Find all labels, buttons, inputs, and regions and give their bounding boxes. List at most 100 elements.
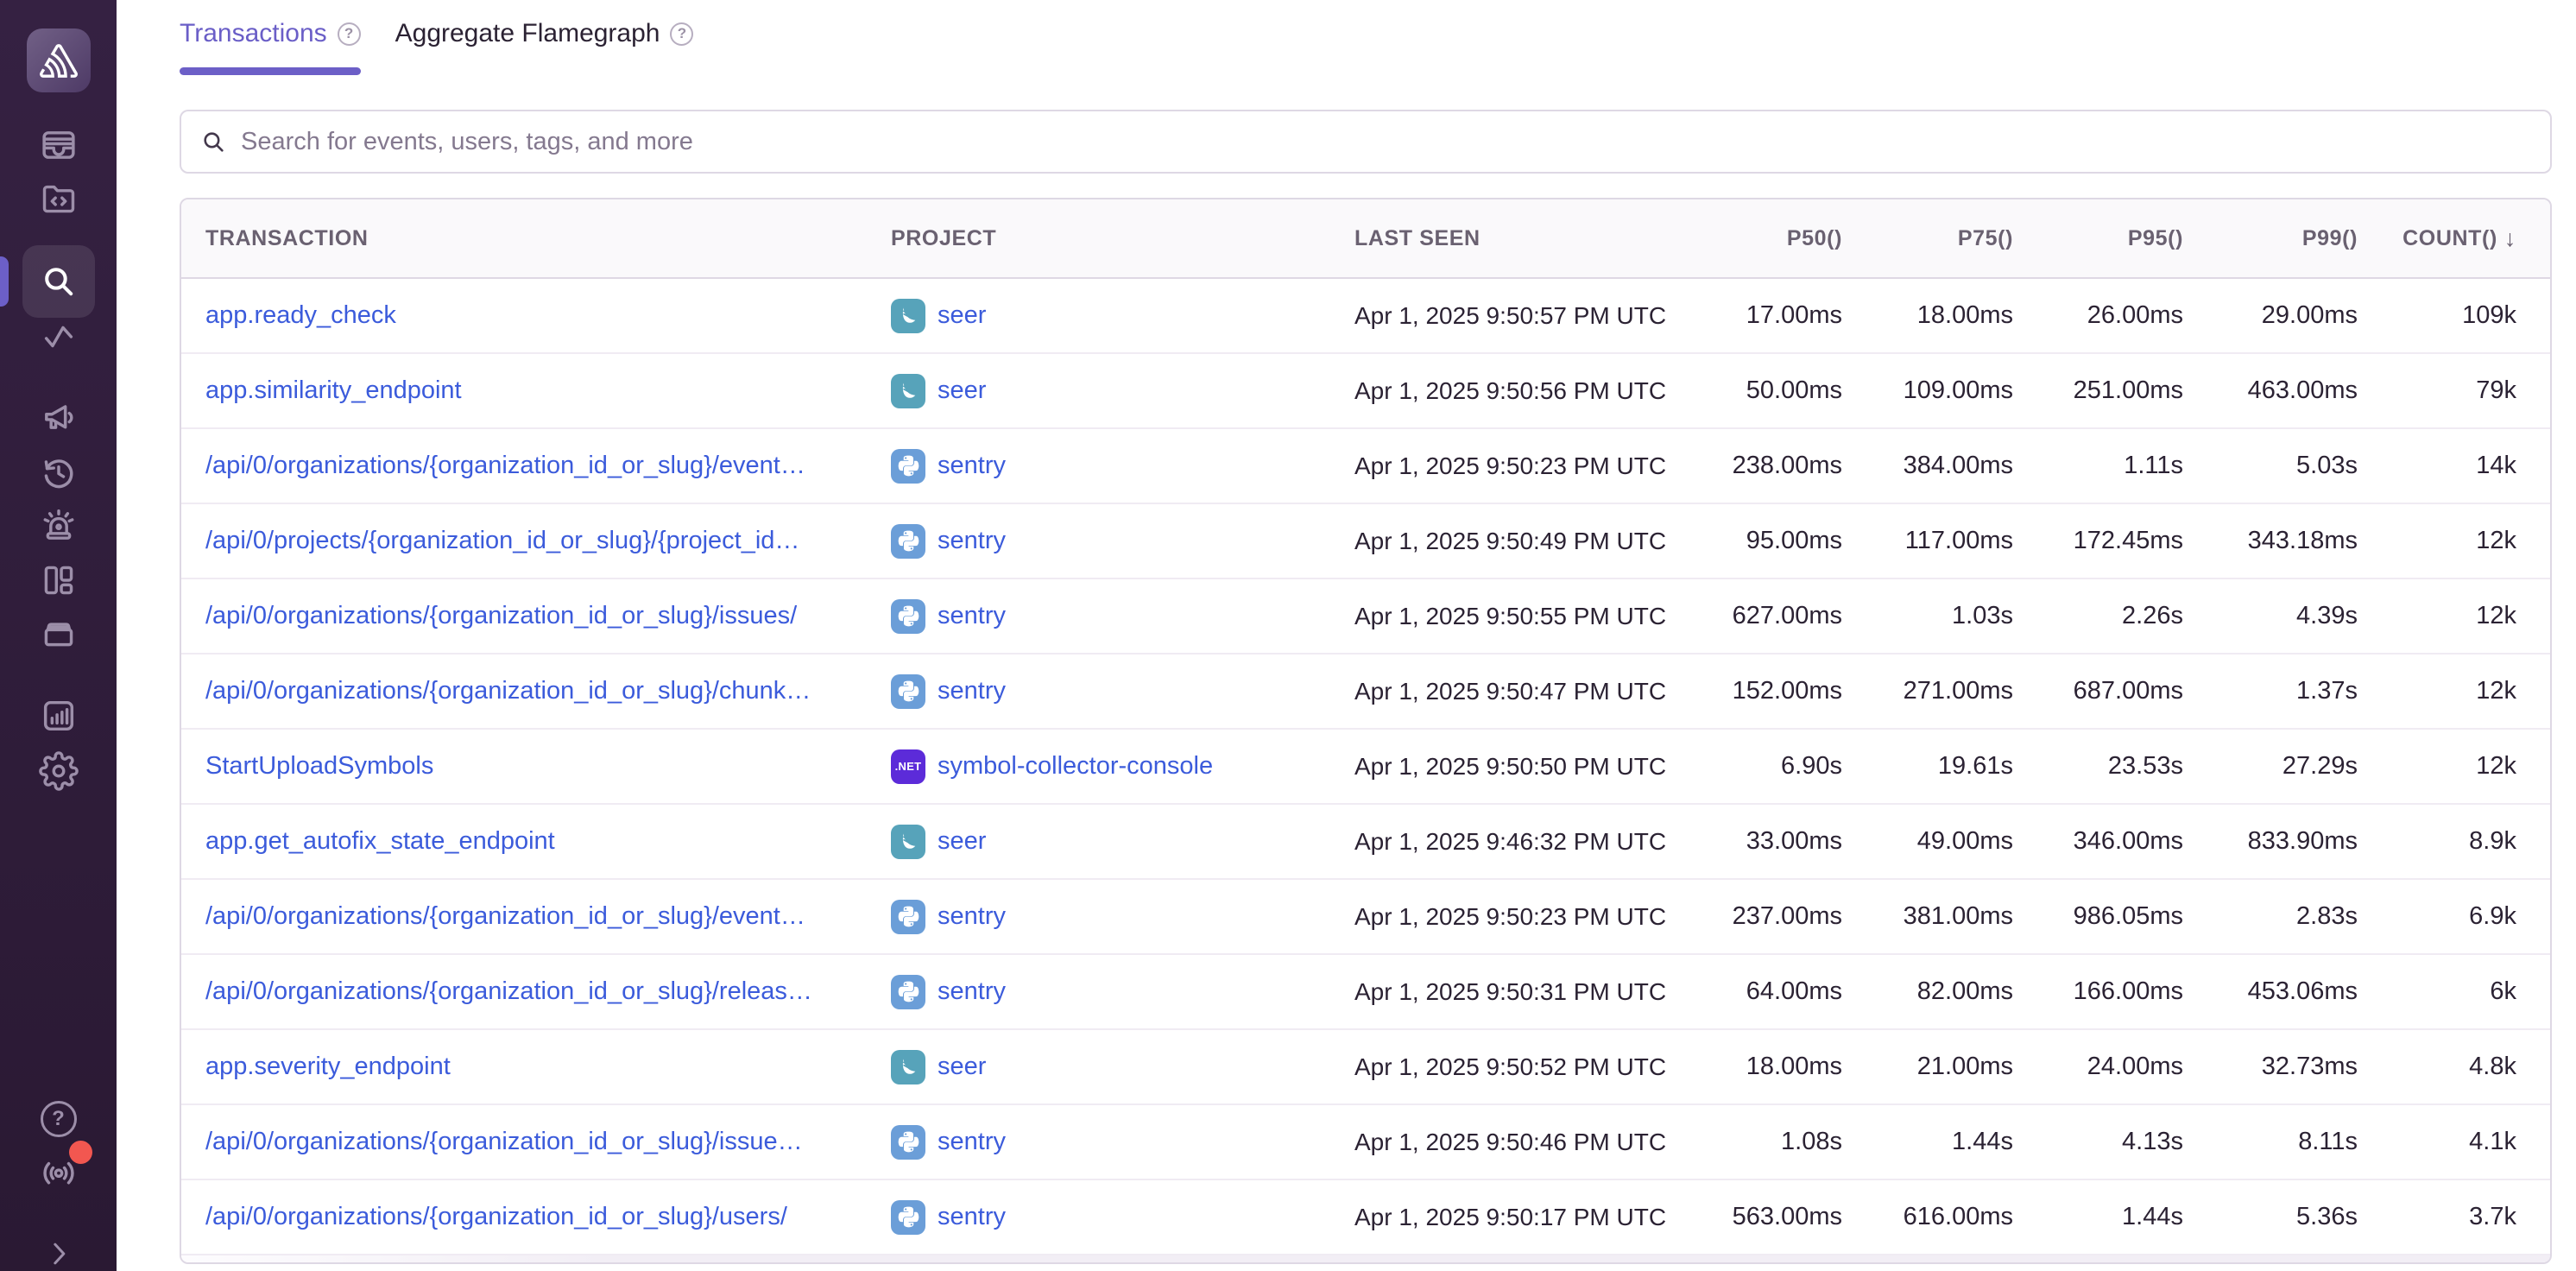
transaction-link[interactable]: /api/0/organizations/{organization_id_or… bbox=[205, 977, 812, 1005]
project-link[interactable]: sentry bbox=[938, 902, 1006, 931]
sidebar-item-issues[interactable] bbox=[39, 125, 79, 165]
sidebar-item-whats-new[interactable] bbox=[39, 1151, 79, 1191]
transaction-link[interactable]: StartUploadSymbols bbox=[205, 752, 433, 780]
project-link[interactable]: sentry bbox=[938, 1128, 1006, 1156]
p95-cell: 251.00ms bbox=[2013, 376, 2183, 405]
p95-cell: 346.00ms bbox=[2013, 827, 2183, 856]
transaction-link[interactable]: /api/0/organizations/{organization_id_or… bbox=[205, 1203, 787, 1230]
p75-cell: 381.00ms bbox=[1842, 902, 2013, 931]
count-cell: 14k bbox=[2358, 452, 2550, 480]
p99-cell: 29.00ms bbox=[2183, 301, 2358, 330]
table-row: app.get_autofix_state_endpoint seer Apr … bbox=[181, 805, 2550, 880]
project-cell: sentry bbox=[891, 975, 1354, 1009]
sidebar-item-alerts[interactable] bbox=[39, 506, 79, 546]
seer-project-icon bbox=[891, 1050, 925, 1084]
sidebar-item-replays[interactable] bbox=[39, 453, 79, 493]
project-cell: sentry bbox=[891, 599, 1354, 634]
project-link[interactable]: sentry bbox=[938, 1203, 1006, 1231]
transaction-link[interactable]: app.severity_endpoint bbox=[205, 1053, 451, 1080]
search-input[interactable] bbox=[241, 128, 2531, 156]
sidebar-item-settings[interactable] bbox=[39, 751, 79, 791]
project-link[interactable]: seer bbox=[938, 827, 986, 856]
sidebar-item-help[interactable]: ? bbox=[41, 1101, 77, 1137]
sidebar: ? bbox=[0, 0, 117, 1271]
column-header-transaction[interactable]: TRANSACTION bbox=[181, 226, 891, 251]
last-seen-cell: Apr 1, 2025 9:50:31 PM UTC bbox=[1354, 978, 1670, 1006]
column-header-project[interactable]: PROJECT bbox=[891, 226, 1354, 251]
p75-cell: 271.00ms bbox=[1842, 677, 2013, 705]
project-link[interactable]: sentry bbox=[938, 602, 1006, 630]
p95-cell: 1.44s bbox=[2013, 1203, 2183, 1231]
alerts-siren-icon bbox=[39, 506, 79, 546]
last-seen-cell: Apr 1, 2025 9:50:17 PM UTC bbox=[1354, 1204, 1670, 1231]
last-seen-cell: Apr 1, 2025 9:50:55 PM UTC bbox=[1354, 603, 1670, 630]
p75-cell: 18.00ms bbox=[1842, 301, 2013, 330]
transaction-link[interactable]: /api/0/organizations/{organization_id_or… bbox=[205, 902, 805, 930]
tab-aggregate-flamegraph[interactable]: Aggregate Flamegraph ? bbox=[395, 19, 694, 75]
p99-cell: 2.83s bbox=[2183, 902, 2358, 931]
transaction-link[interactable]: /api/0/organizations/{organization_id_or… bbox=[205, 677, 811, 705]
column-header-p75[interactable]: P75() bbox=[1842, 226, 2013, 251]
p50-cell: 563.00ms bbox=[1670, 1203, 1842, 1231]
table-row: /api/0/organizations/{organization_id_or… bbox=[181, 1105, 2550, 1180]
last-seen-cell: Apr 1, 2025 9:50:47 PM UTC bbox=[1354, 678, 1670, 705]
transaction-link[interactable]: app.similarity_endpoint bbox=[205, 376, 462, 404]
sidebar-item-search-active[interactable] bbox=[22, 245, 95, 318]
sentry-logo[interactable] bbox=[27, 28, 91, 92]
transaction-link[interactable]: /api/0/projects/{organization_id_or_slug… bbox=[205, 527, 799, 554]
transaction-link[interactable]: /api/0/organizations/{organization_id_or… bbox=[205, 602, 797, 629]
column-header-count[interactable]: COUNT() ↓ bbox=[2358, 225, 2550, 252]
project-link[interactable]: sentry bbox=[938, 977, 1006, 1006]
count-cell: 4.8k bbox=[2358, 1053, 2550, 1081]
p99-cell: 27.29s bbox=[2183, 752, 2358, 781]
transaction-link[interactable]: app.get_autofix_state_endpoint bbox=[205, 827, 555, 855]
transaction-link[interactable]: /api/0/organizations/{organization_id_or… bbox=[205, 452, 805, 479]
p95-cell: 986.05ms bbox=[2013, 902, 2183, 931]
project-link[interactable]: symbol-collector-console bbox=[938, 752, 1213, 781]
column-header-last-seen[interactable]: LAST SEEN bbox=[1354, 226, 1670, 251]
python-project-icon bbox=[891, 975, 925, 1009]
p95-cell: 1.11s bbox=[2013, 452, 2183, 480]
project-link[interactable]: sentry bbox=[938, 452, 1006, 480]
sidebar-item-feedback[interactable] bbox=[39, 398, 79, 438]
sidebar-item-releases[interactable] bbox=[39, 614, 79, 654]
p50-cell: 6.90s bbox=[1670, 752, 1842, 781]
tab-transactions[interactable]: Transactions ? bbox=[180, 19, 361, 75]
project-link[interactable]: sentry bbox=[938, 527, 1006, 555]
help-circle-icon[interactable]: ? bbox=[338, 22, 361, 46]
sidebar-item-performance[interactable] bbox=[39, 317, 79, 357]
last-seen-cell: Apr 1, 2025 9:50:23 PM UTC bbox=[1354, 903, 1670, 931]
p75-cell: 19.61s bbox=[1842, 752, 2013, 781]
dotnet-project-icon: .NET bbox=[891, 749, 925, 784]
search-bar[interactable] bbox=[180, 110, 2552, 174]
table-row: /api/0/organizations/{organization_id_or… bbox=[181, 955, 2550, 1030]
column-header-p95[interactable]: P95() bbox=[2013, 226, 2183, 251]
p75-cell: 109.00ms bbox=[1842, 376, 2013, 405]
project-link[interactable]: seer bbox=[938, 301, 986, 330]
table-row: app.similarity_endpoint seer Apr 1, 2025… bbox=[181, 354, 2550, 429]
p75-cell: 616.00ms bbox=[1842, 1203, 2013, 1231]
table-row: /api/0/organizations/{organization_id_or… bbox=[181, 1180, 2550, 1255]
sidebar-item-explore[interactable] bbox=[39, 179, 79, 218]
p95-cell: 24.00ms bbox=[2013, 1053, 2183, 1081]
project-cell: sentry bbox=[891, 900, 1354, 934]
sidebar-collapse-button[interactable] bbox=[41, 1236, 76, 1271]
project-link[interactable]: seer bbox=[938, 376, 986, 405]
p50-cell: 33.00ms bbox=[1670, 827, 1842, 856]
sidebar-item-dashboards[interactable] bbox=[39, 560, 79, 600]
p75-cell: 1.44s bbox=[1842, 1128, 2013, 1156]
project-link[interactable]: seer bbox=[938, 1053, 986, 1081]
help-circle-icon[interactable]: ? bbox=[670, 22, 693, 46]
p75-cell: 117.00ms bbox=[1842, 527, 2013, 555]
main-content: Transactions ? Aggregate Flamegraph ? TR… bbox=[117, 0, 2576, 1271]
count-cell: 12k bbox=[2358, 602, 2550, 630]
transaction-link[interactable]: app.ready_check bbox=[205, 301, 396, 329]
python-project-icon bbox=[891, 599, 925, 634]
column-header-p50[interactable]: P50() bbox=[1670, 226, 1842, 251]
last-seen-cell: Apr 1, 2025 9:50:56 PM UTC bbox=[1354, 377, 1670, 405]
transaction-link[interactable]: /api/0/organizations/{organization_id_or… bbox=[205, 1128, 803, 1155]
column-header-p99[interactable]: P99() bbox=[2183, 226, 2358, 251]
project-link[interactable]: sentry bbox=[938, 677, 1006, 705]
sidebar-item-stats[interactable] bbox=[39, 696, 79, 736]
p50-cell: 1.08s bbox=[1670, 1128, 1842, 1156]
